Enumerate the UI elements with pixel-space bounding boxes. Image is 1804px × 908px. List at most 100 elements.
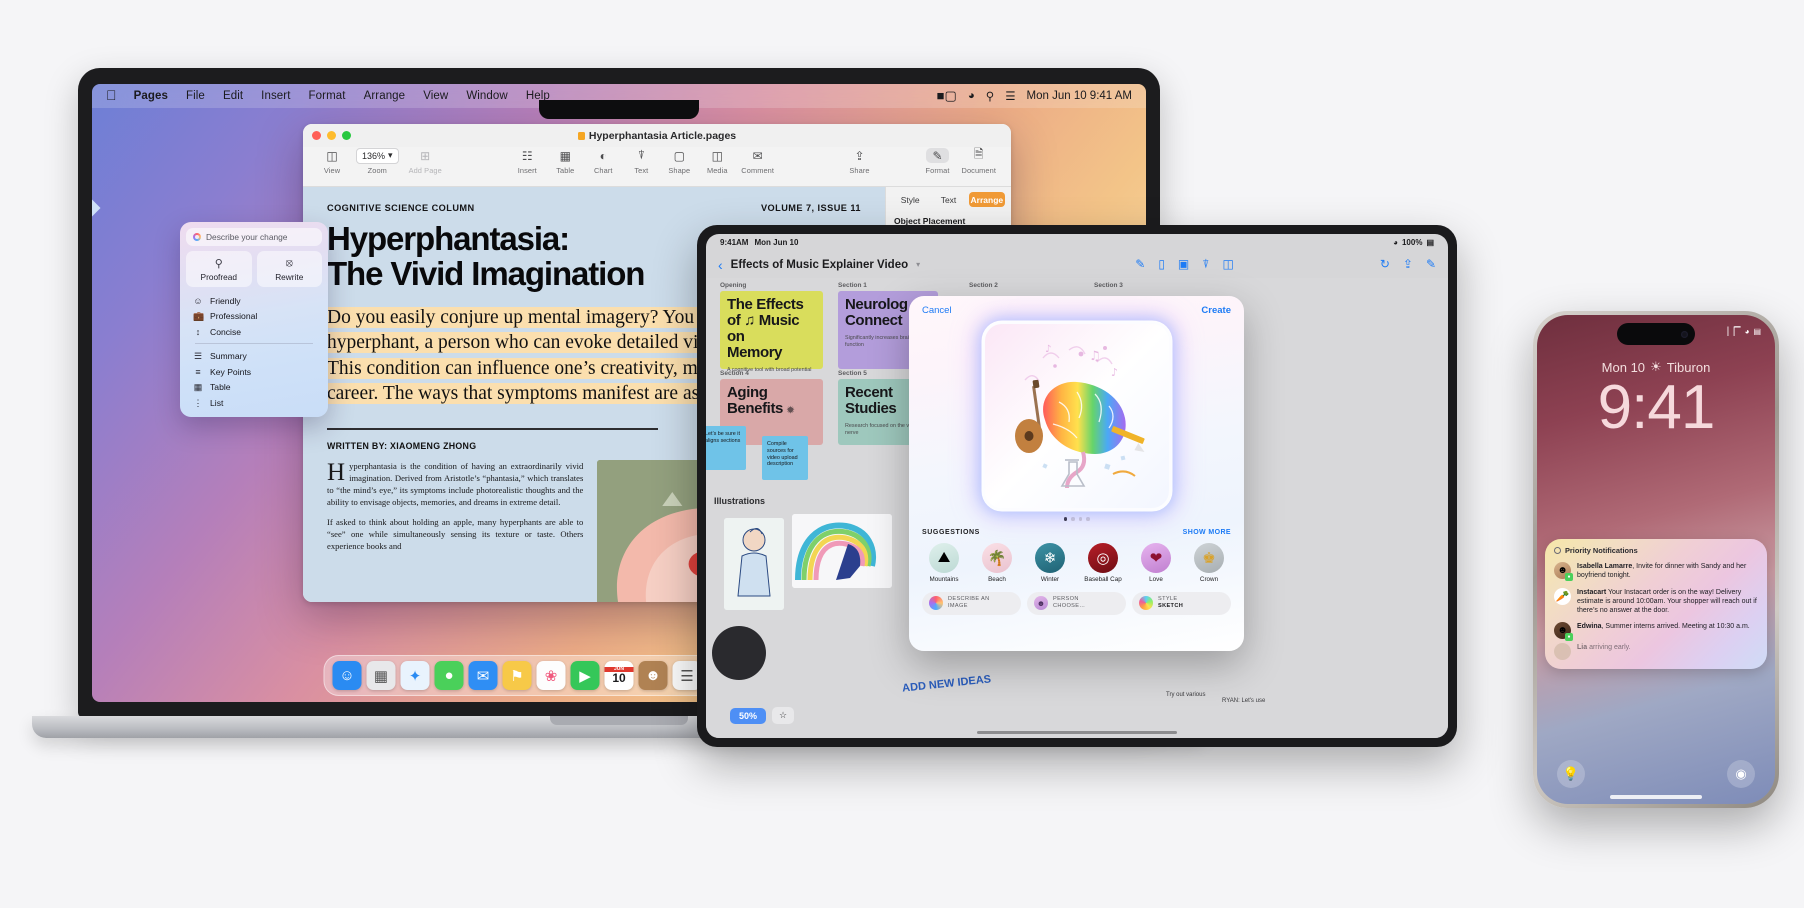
toolbar-text-button[interactable]: ⍒ Text bbox=[622, 148, 660, 175]
toolbar-add-page-button[interactable]: ⊞ Add Page bbox=[404, 148, 447, 175]
menu-item-file[interactable]: File bbox=[177, 90, 214, 102]
dot-4[interactable] bbox=[1086, 517, 1090, 521]
format-item-key-points[interactable]: ≡ Key Points bbox=[189, 364, 319, 379]
image-playground-preview[interactable]: ♫ ♪ ♪ bbox=[984, 324, 1169, 508]
suggestion-love[interactable]: ❤ Love bbox=[1134, 542, 1178, 583]
dock-item-calendar[interactable]: JUN 10 bbox=[604, 661, 634, 690]
freeform-board-title[interactable]: Effects of Music Explainer Video bbox=[731, 259, 908, 271]
chevron-left-icon[interactable]: ‹ bbox=[718, 257, 723, 273]
dot-2[interactable] bbox=[1071, 517, 1075, 521]
toolbar-insert-button[interactable]: ☷ Insert bbox=[508, 148, 546, 175]
undo-icon[interactable]: ↻ bbox=[1380, 257, 1390, 272]
search-icon[interactable]: ⚲ bbox=[986, 89, 994, 103]
menu-item-view[interactable]: View bbox=[414, 90, 457, 102]
flashlight-button[interactable]: 💡 bbox=[1557, 760, 1585, 788]
dock-item-photos[interactable]: ❀ bbox=[536, 661, 566, 690]
minimize-icon[interactable] bbox=[327, 131, 336, 140]
board-zoom-value[interactable]: 50% bbox=[730, 707, 767, 724]
illustration-thumb-1[interactable] bbox=[724, 518, 784, 610]
suggestion-cap-label: Baseball Cap bbox=[1084, 575, 1122, 583]
notification-item[interactable]: 🥕 Instacart Your Instacart order is on t… bbox=[1554, 587, 1758, 616]
shape-icon[interactable]: ▣ bbox=[1178, 257, 1189, 272]
text-box-icon[interactable]: ⍒ bbox=[1202, 257, 1209, 272]
dot-3[interactable] bbox=[1078, 517, 1082, 521]
tone-item-professional[interactable]: 💼 Professional bbox=[189, 308, 319, 324]
toolbar-media-button[interactable]: ◫ Media bbox=[698, 148, 736, 175]
control-center-icon[interactable]: ☰ bbox=[1005, 89, 1015, 103]
sticky-note-1[interactable]: Let’s be sure it aligns sections bbox=[706, 426, 746, 470]
tone-item-concise[interactable]: ↕ Concise bbox=[189, 324, 319, 339]
suggestion-beach[interactable]: 🌴 Beach bbox=[975, 542, 1019, 583]
menu-item-arrange[interactable]: Arrange bbox=[355, 90, 415, 102]
toolbar-view-button[interactable]: ◫ View bbox=[313, 148, 351, 175]
illustration-thumb-2[interactable] bbox=[792, 514, 892, 588]
format-item-list[interactable]: ⋮ List bbox=[189, 395, 319, 411]
dock-item-maps[interactable]: ⚑ bbox=[502, 661, 532, 690]
suggestion-crown[interactable]: ♚ Crown bbox=[1187, 542, 1231, 583]
board-star-icon[interactable]: ☆ bbox=[772, 707, 795, 724]
share-icon[interactable]: ⇪ bbox=[1403, 257, 1413, 272]
menu-item-window[interactable]: Window bbox=[457, 90, 517, 102]
battery-icon[interactable]: ■▢ bbox=[937, 88, 957, 104]
dock-item-mail[interactable]: ✉ bbox=[468, 661, 498, 690]
zoom-select[interactable]: 136% ▾ bbox=[356, 147, 399, 164]
person-choose-button[interactable]: ☻ PERSON CHOOSE… bbox=[1027, 591, 1126, 615]
dock-item-facetime[interactable]: ▶ bbox=[570, 661, 600, 690]
sticky-note-2[interactable]: Compile sources for video upload descrip… bbox=[762, 436, 808, 480]
tone-item-friendly[interactable]: ☺ Friendly bbox=[189, 293, 319, 308]
close-icon[interactable] bbox=[312, 131, 321, 140]
cancel-button[interactable]: Cancel bbox=[922, 305, 952, 316]
toolbar-document-button[interactable]: 🗎 Document bbox=[957, 147, 1001, 175]
pen-icon[interactable]: ✎ bbox=[1135, 257, 1145, 272]
note-icon[interactable]: ▯ bbox=[1158, 257, 1165, 272]
dock-item-contacts[interactable]: ☻ bbox=[638, 661, 668, 690]
toolbar-share-button[interactable]: ⇪ Share bbox=[841, 148, 879, 175]
apple-logo-icon[interactable]:  bbox=[102, 87, 125, 105]
notification-item[interactable]: ☻ ● Edwina, Summer interns arrived. Meet… bbox=[1554, 622, 1758, 642]
tab-style[interactable]: Style bbox=[892, 192, 928, 207]
notification-item[interactable]: ☻ ● Isabella Lamarre, Invite for dinner … bbox=[1554, 562, 1758, 581]
camera-button[interactable]: ◉ bbox=[1727, 760, 1755, 788]
create-button[interactable]: Create bbox=[1201, 305, 1231, 316]
maximize-icon[interactable] bbox=[342, 131, 351, 140]
proofread-button[interactable]: ⚲ Proofread bbox=[186, 251, 252, 287]
format-item-summary[interactable]: ☰ Summary bbox=[189, 348, 319, 364]
toolbar-shape-button[interactable]: ▢ Shape bbox=[660, 148, 698, 175]
format-item-table[interactable]: ▦ Table bbox=[189, 379, 319, 395]
record-thumb[interactable] bbox=[712, 626, 766, 680]
toolbar-format-button[interactable]: ✎ Format bbox=[919, 148, 957, 175]
tab-arrange[interactable]: Arrange bbox=[968, 192, 1005, 207]
notification-item-partial[interactable]: Lia arriving early. bbox=[1554, 643, 1758, 661]
menubar-clock[interactable]: Mon Jun 10 9:41 AM bbox=[1027, 90, 1132, 102]
chevron-down-icon[interactable]: ▾ bbox=[916, 260, 920, 269]
dock-item-messages[interactable]: ● bbox=[434, 661, 464, 690]
menu-item-edit[interactable]: Edit bbox=[214, 90, 252, 102]
wifi-icon[interactable]: ◕ bbox=[968, 90, 975, 102]
dock-item-finder[interactable]: ☺ bbox=[332, 661, 362, 690]
ipad-screen: 9:41AM Mon Jun 10 ◕ 100% ▤ ‹ Effects of … bbox=[706, 234, 1448, 738]
menu-item-insert[interactable]: Insert bbox=[252, 90, 299, 102]
rewrite-button[interactable]: ⦻ Rewrite bbox=[256, 251, 322, 287]
style-sketch-button[interactable]: STYLE SKETCH bbox=[1132, 591, 1231, 615]
card-opening[interactable]: The Effects of ♫ Music on Memory A cogniti… bbox=[720, 291, 823, 373]
toolbar-comment-button[interactable]: ✉ Comment bbox=[736, 148, 779, 175]
suggestion-winter[interactable]: ❄ Winter bbox=[1028, 542, 1072, 583]
toolbar-chart-button[interactable]: ◐ Chart bbox=[584, 148, 622, 175]
dot-1[interactable] bbox=[1063, 517, 1067, 521]
menu-item-pages[interactable]: Pages bbox=[125, 90, 177, 102]
dock-item-safari[interactable]: ✦ bbox=[400, 661, 430, 690]
suggestion-mountains[interactable]: ⛰ Mountains bbox=[922, 542, 966, 583]
dock-item-launchpad[interactable]: ▦ bbox=[366, 661, 396, 690]
tab-text[interactable]: Text bbox=[930, 192, 966, 207]
show-more-button[interactable]: SHOW MORE bbox=[1183, 529, 1231, 536]
priority-notifications-stack[interactable]: Priority Notifications ☻ ● Isabella Lama… bbox=[1545, 539, 1767, 670]
describe-an-image-button[interactable]: DESCRIBE AN IMAGE bbox=[922, 591, 1021, 615]
compose-icon[interactable]: ✎ bbox=[1426, 257, 1436, 272]
describe-change-input[interactable]: Describe your change bbox=[186, 228, 322, 246]
toolbar-zoom-control[interactable]: 136% ▾ Zoom bbox=[351, 147, 404, 175]
iphone-frame: ▕▕▔ ◕ ▤ Mon 10 ☀ Tiburon 9:41 Priority N… bbox=[1533, 311, 1779, 808]
media-icon[interactable]: ◫ bbox=[1222, 257, 1233, 272]
menu-item-format[interactable]: Format bbox=[300, 90, 355, 102]
toolbar-table-button[interactable]: ▦ Table bbox=[546, 148, 584, 175]
suggestion-baseball-cap[interactable]: ◎ Baseball Cap bbox=[1081, 542, 1125, 583]
